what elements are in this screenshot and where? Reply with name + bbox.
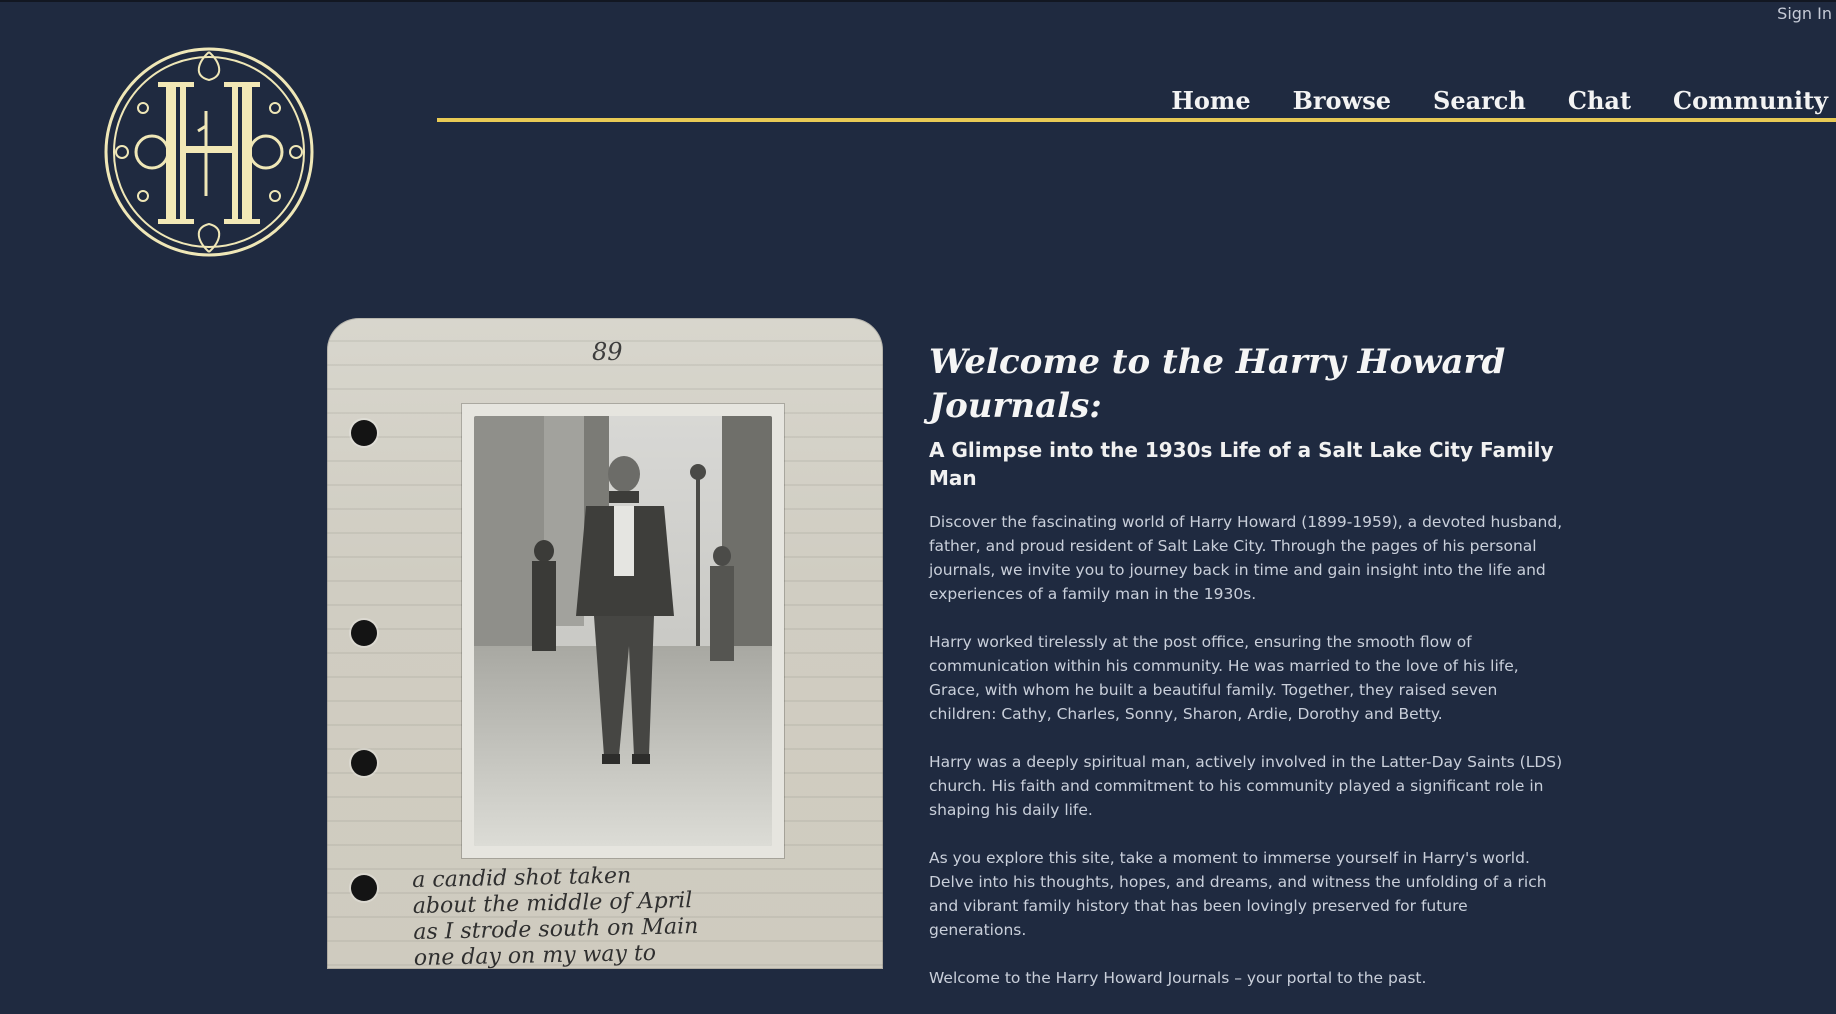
closing-paragraph: Welcome to the Harry Howard Journals – y… — [929, 969, 1427, 987]
nav-search[interactable]: Search — [1433, 86, 1526, 115]
handwritten-caption: a candid shot taken about the middle of … — [412, 863, 699, 969]
explore-paragraph: As you explore this site, take a moment … — [929, 849, 1547, 939]
journal-page-number: 89 — [592, 338, 623, 366]
nav-underline — [437, 118, 1836, 122]
journal-page-image: 89 a candid shot taken about the middle … — [327, 318, 883, 969]
street-photo — [474, 416, 772, 846]
main-navigation: Home Browse Search Chat Community — [1171, 86, 1828, 115]
nav-home[interactable]: Home — [1171, 86, 1250, 115]
top-border — [0, 0, 1836, 2]
nav-community[interactable]: Community — [1673, 86, 1828, 115]
photo-frame — [462, 404, 784, 858]
binder-hole — [351, 875, 377, 901]
family-paragraph: Harry worked tirelessly at the post offi… — [929, 633, 1519, 723]
welcome-section: Welcome to the Harry Howard Journals: A … — [929, 340, 1569, 1014]
binder-hole — [351, 750, 377, 776]
page-subtitle: A Glimpse into the 1930s Life of a Salt … — [929, 438, 1554, 490]
binder-hole — [351, 420, 377, 446]
faith-paragraph: Harry was a deeply spiritual man, active… — [929, 753, 1563, 819]
nav-browse[interactable]: Browse — [1293, 86, 1391, 115]
nav-chat[interactable]: Chat — [1568, 86, 1631, 115]
hh-monogram-logo[interactable] — [98, 46, 320, 258]
page-title: Welcome to the Harry Howard Journals: — [929, 342, 1506, 426]
binder-hole — [351, 620, 377, 646]
sign-in-link[interactable]: Sign In — [1777, 4, 1832, 23]
intro-paragraph: Discover the fascinating world of Harry … — [929, 513, 1563, 603]
